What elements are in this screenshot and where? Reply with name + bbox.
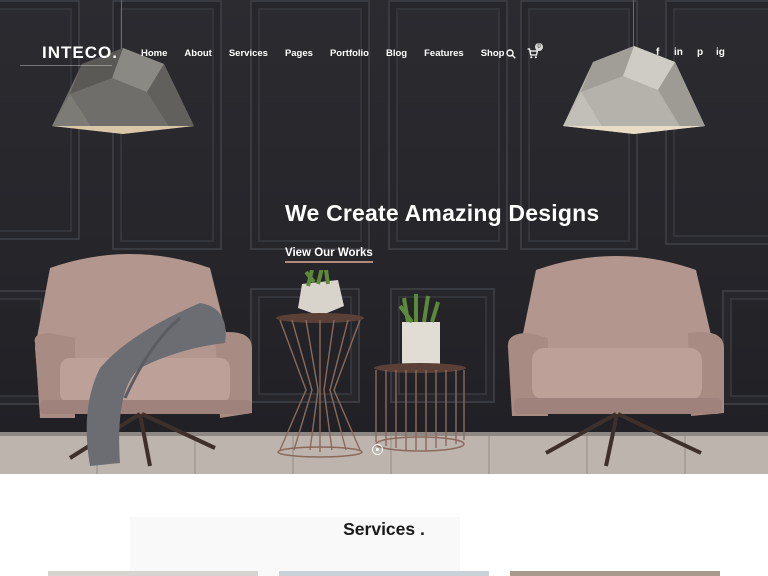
- side-table-tall: [276, 270, 364, 458]
- instagram-icon[interactable]: ig: [716, 47, 725, 58]
- service-card-image: [48, 571, 258, 576]
- nav-item-features[interactable]: Features: [424, 48, 464, 59]
- header-divider: [20, 65, 112, 66]
- slider-pagination-dot[interactable]: [372, 444, 383, 455]
- main-nav: Home About Services Pages Portfolio Blog…: [141, 48, 521, 59]
- site-header: INTECO. Home About Services Pages Portfo…: [0, 0, 768, 66]
- nav-item-portfolio[interactable]: Portfolio: [330, 48, 369, 59]
- facebook-icon[interactable]: f: [656, 47, 659, 58]
- service-card-image: [510, 571, 720, 576]
- side-table-round: [374, 294, 466, 452]
- nav-item-shop[interactable]: Shop: [481, 48, 505, 59]
- service-card-image: [279, 571, 489, 576]
- armchair-right: [507, 256, 724, 467]
- services-title: Services .: [343, 519, 425, 539]
- nav-item-about[interactable]: About: [184, 48, 211, 59]
- linkedin-icon[interactable]: in: [674, 47, 683, 58]
- view-works-link[interactable]: View Our Works: [285, 247, 373, 263]
- wall-panel: [722, 290, 768, 405]
- nav-item-pages[interactable]: Pages: [285, 48, 313, 59]
- nav-item-blog[interactable]: Blog: [386, 48, 407, 59]
- nav-item-home[interactable]: Home: [141, 48, 167, 59]
- armchair-left: [34, 254, 252, 467]
- nav-item-services[interactable]: Services: [229, 48, 268, 59]
- pinterest-icon[interactable]: p: [697, 47, 703, 58]
- cart-count-badge: 0: [535, 43, 543, 51]
- hero-title: We Create Amazing Designs: [285, 200, 600, 226]
- search-icon[interactable]: [506, 49, 516, 59]
- hero-section: INTECO. Home About Services Pages Portfo…: [0, 0, 768, 474]
- site-logo[interactable]: INTECO.: [42, 43, 118, 63]
